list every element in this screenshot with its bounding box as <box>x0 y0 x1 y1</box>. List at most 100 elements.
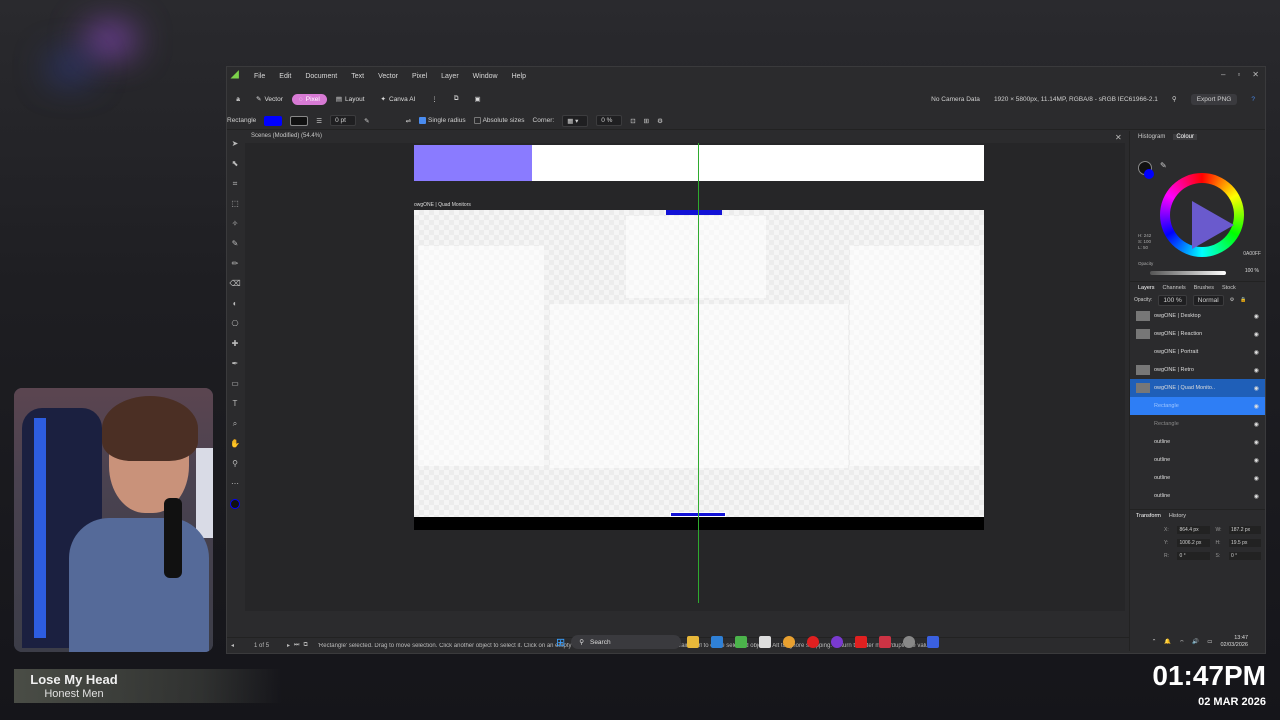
x-field[interactable]: 864.4 px <box>1177 525 1210 534</box>
tab-histogram[interactable]: Histogram <box>1138 134 1165 140</box>
tab-brushes[interactable]: Brushes <box>1194 285 1214 291</box>
help-icon[interactable]: ? <box>1251 96 1255 103</box>
layer-row-active[interactable]: Rectangle ◉ <box>1130 397 1265 415</box>
layer-row-selected[interactable]: owgONE | Quad Monito.. ◉ <box>1130 379 1265 397</box>
grid-icon[interactable]: ▣ <box>468 93 488 105</box>
pen-tool-icon[interactable]: ✒ <box>229 357 241 370</box>
purple-rectangle[interactable] <box>414 145 532 181</box>
y-field[interactable]: 1006.2 px <box>1177 538 1210 547</box>
eyedropper-icon[interactable]: ✎ <box>1160 161 1167 170</box>
chrome-icon[interactable] <box>783 636 796 648</box>
rectangle-tool-icon[interactable]: ▭ <box>229 377 241 390</box>
h-field[interactable]: 19.5 px <box>1228 538 1261 547</box>
corner-percent-field[interactable]: 0 % <box>596 115 623 126</box>
taskbar-search[interactable]: ⚲ Search <box>571 635 682 649</box>
canvas[interactable]: owgONE | Quad Monitors <box>245 143 1125 611</box>
layer-row[interactable]: owgONE | Retro ◉ <box>1130 361 1265 379</box>
fill-swatch[interactable] <box>264 115 283 126</box>
hex-value[interactable]: 0A00FF <box>1243 251 1261 257</box>
pencil-tool-icon[interactable]: ✏ <box>229 257 241 270</box>
menu-text[interactable]: Text <box>344 73 371 80</box>
eye-icon[interactable]: ◉ <box>1254 457 1259 464</box>
affinity-icon[interactable] <box>735 636 748 648</box>
color-swatch-icon[interactable] <box>229 497 241 510</box>
gear-icon[interactable]: ⚙ <box>657 117 663 125</box>
taskbar-clock[interactable]: 13:47 02/03/2026 <box>1220 635 1248 649</box>
blend-mode-select[interactable]: Normal <box>1192 294 1224 306</box>
more-tools-icon[interactable]: ⋯ <box>229 477 241 490</box>
color-picker-icon[interactable]: ⌕ <box>229 417 241 430</box>
layer-row[interactable]: outline ◉ <box>1130 469 1265 487</box>
file-explorer-icon[interactable] <box>687 636 700 648</box>
clone-tool-icon[interactable]: ⎔ <box>229 317 241 330</box>
eye-icon[interactable]: ◉ <box>1254 385 1259 392</box>
vscode-icon[interactable] <box>711 636 724 648</box>
menu-vector[interactable]: Vector <box>371 73 405 80</box>
chevron-up-icon[interactable]: ⌃ <box>1152 639 1157 645</box>
maximize-icon[interactable]: ▫ <box>1237 70 1240 79</box>
windows-start-icon[interactable]: ⊞ <box>556 636 565 649</box>
text-tool-icon[interactable]: T <box>229 397 241 410</box>
tab-history[interactable]: History <box>1169 513 1186 519</box>
app-icon[interactable] <box>831 636 844 648</box>
layer-row[interactable]: owgONE | Desktop ◉ <box>1130 307 1265 325</box>
layer-opacity-field[interactable]: 100 % <box>1158 294 1187 306</box>
eraser-tool-icon[interactable]: ⌫ <box>229 277 241 290</box>
eye-icon[interactable]: ◉ <box>1254 349 1259 356</box>
obs-icon[interactable] <box>879 636 892 648</box>
brush-tool-icon[interactable]: ✎ <box>229 237 241 250</box>
youtube-icon[interactable] <box>855 636 868 648</box>
battery-icon[interactable]: ▭ <box>1207 639 1212 645</box>
eye-icon[interactable]: ◉ <box>1254 367 1259 374</box>
r-field[interactable]: 0 ° <box>1177 551 1210 560</box>
move-tool-icon[interactable]: ➤ <box>229 137 241 150</box>
artboard-quad-monitors[interactable] <box>414 210 984 530</box>
menu-file[interactable]: File <box>247 73 272 80</box>
colour-triangle[interactable] <box>1192 201 1234 249</box>
artboard-portrait[interactable] <box>414 145 984 181</box>
corner-type-select[interactable]: ▦ ▾ <box>562 114 589 127</box>
duplicate-icon[interactable]: ⧉ <box>447 93 466 105</box>
stroke-swatch[interactable] <box>290 115 309 126</box>
menu-window[interactable]: Window <box>466 73 505 80</box>
s-field[interactable]: 0 ° <box>1228 551 1261 560</box>
stroke-width-field[interactable]: 0 pt <box>330 115 357 126</box>
persona-pixel-button[interactable]: ◌ Pixel <box>291 93 327 105</box>
close-document-icon[interactable]: ✕ <box>1115 133 1122 142</box>
absolute-sizes-checkbox[interactable]: Absolute sizes <box>473 116 525 124</box>
tab-channels[interactable]: Channels <box>1163 285 1186 291</box>
single-radius-checkbox[interactable]: Single radius <box>419 116 466 124</box>
layer-row[interactable]: outline ◉ <box>1130 487 1265 505</box>
tab-colour[interactable]: Colour <box>1173 134 1198 140</box>
colour-wheel[interactable] <box>1160 173 1244 257</box>
menu-help[interactable]: Help <box>505 73 533 80</box>
flood-select-icon[interactable]: ✧ <box>229 217 241 230</box>
node-tool-icon[interactable]: ⬉ <box>229 157 241 170</box>
persona-layout-button[interactable]: ▤ Layout <box>329 93 372 105</box>
selection-tool-icon[interactable]: ⬚ <box>229 197 241 210</box>
hand-tool-icon[interactable]: ✋ <box>229 437 241 450</box>
eye-icon[interactable]: ◉ <box>1254 439 1259 446</box>
document-tab[interactable]: Scenes (Modified) (54.4%) <box>251 133 322 139</box>
volume-icon[interactable]: 🔊 <box>1192 639 1199 645</box>
eye-icon[interactable]: ◉ <box>1254 403 1259 410</box>
layer-row[interactable]: owgONE | Portrait ◉ <box>1130 343 1265 361</box>
notification-icon[interactable]: 🔔 <box>1164 639 1171 645</box>
media-icon[interactable] <box>807 636 820 648</box>
layer-row[interactable]: Rectangle ◉ <box>1130 415 1265 433</box>
more-icon[interactable]: ⋮ <box>424 93 445 105</box>
transform-icon[interactable]: ⊡ <box>630 117 635 125</box>
eye-icon[interactable]: ◉ <box>1254 493 1259 500</box>
wifi-icon[interactable]: ⌔ <box>1179 639 1184 646</box>
settings-app-icon[interactable] <box>903 636 916 648</box>
stroke-style-icon[interactable]: ☰ <box>316 117 322 125</box>
layer-settings-icon[interactable]: ⚙ <box>1230 297 1234 303</box>
w-field[interactable]: 187.2 px <box>1228 525 1261 534</box>
menu-layer[interactable]: Layer <box>434 73 466 80</box>
layer-row[interactable]: outline ◉ <box>1130 451 1265 469</box>
tab-transform[interactable]: Transform <box>1136 513 1161 519</box>
zoom-tool-icon[interactable]: ⚲ <box>229 457 241 470</box>
opacity-slider[interactable] <box>1150 271 1226 275</box>
menu-edit[interactable]: Edit <box>272 73 298 80</box>
eye-icon[interactable]: ◉ <box>1254 313 1259 320</box>
